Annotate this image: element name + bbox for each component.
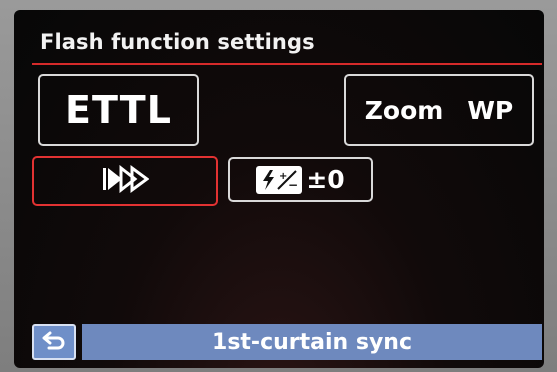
flash-exposure-compensation-icon: + − — [256, 165, 303, 194]
flash-mode-button[interactable]: ETTL — [38, 74, 199, 146]
high-speed-sync-icon — [101, 164, 150, 197]
status-text: 1st-curtain sync — [212, 329, 412, 355]
title-divider — [32, 63, 542, 65]
zoom-value: WP — [467, 95, 514, 125]
flash-mode-label: ETTL — [65, 88, 172, 132]
svg-text:−: − — [288, 178, 298, 192]
flash-settings-screen: Flash function settings ETTL Zoom WP + −… — [14, 10, 544, 368]
bottom-bar: 1st-curtain sync — [32, 324, 542, 360]
zoom-button[interactable]: Zoom WP — [344, 74, 534, 146]
status-bar: 1st-curtain sync — [82, 324, 542, 360]
flash-exposure-comp-button[interactable]: + − ±0 — [228, 157, 373, 202]
flash-exposure-comp-value: ±0 — [306, 165, 345, 194]
svg-text:+: + — [279, 171, 287, 182]
sync-mode-button[interactable] — [32, 156, 218, 206]
back-button[interactable] — [32, 324, 76, 360]
zoom-label: Zoom — [364, 95, 444, 125]
page-title: Flash function settings — [40, 30, 315, 54]
return-arrow-icon — [41, 329, 67, 355]
camera-lcd-photo: Flash function settings ETTL Zoom WP + −… — [0, 0, 557, 372]
